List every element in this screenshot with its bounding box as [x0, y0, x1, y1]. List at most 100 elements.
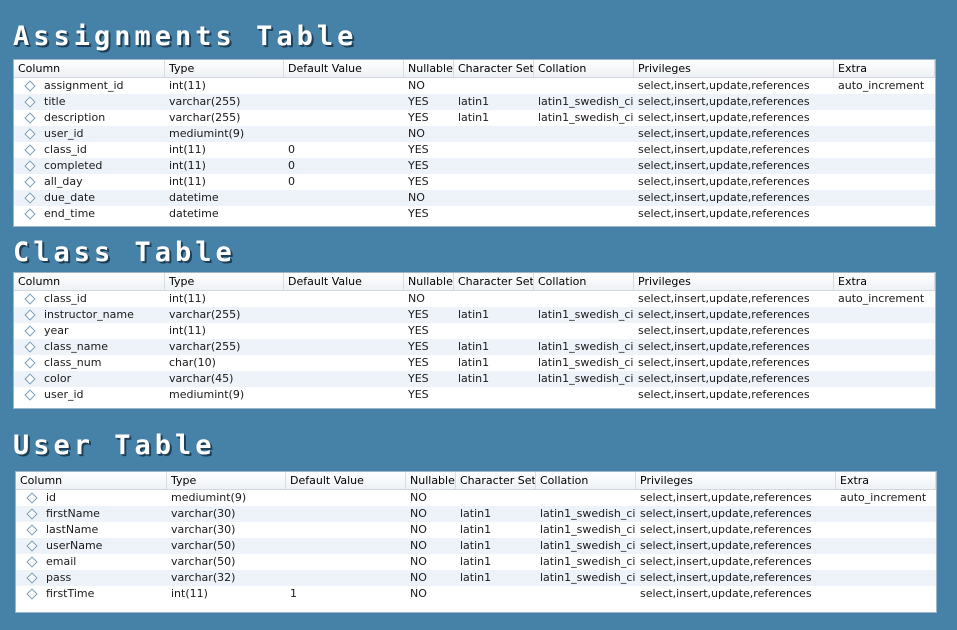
- cell-privileges: select,insert,update,references: [638, 159, 810, 172]
- table-row[interactable]: due_date datetime NO select,insert,update,r…: [14, 190, 935, 206]
- column-name: email: [46, 555, 77, 568]
- cell-extra: [836, 554, 936, 570]
- header-privileges[interactable]: Privileges: [636, 472, 836, 489]
- header-character-set[interactable]: Character Set: [454, 273, 534, 290]
- cell-privileges: select,insert,update,references: [640, 523, 812, 536]
- cell-nullable: YES: [408, 388, 429, 401]
- header-extra[interactable]: Extra: [836, 472, 936, 489]
- cell-privileges: select,insert,update,references: [638, 79, 810, 92]
- table-row[interactable]: assignment_id int(11) NO select,insert,upda…: [14, 78, 935, 94]
- header-column[interactable]: Column: [14, 273, 165, 290]
- cell-collation: latin1_swedish_ci: [540, 523, 636, 536]
- table-row[interactable]: lastName varchar(30) NO latin1 latin1_swedis…: [16, 522, 936, 538]
- header-extra[interactable]: Extra: [834, 60, 935, 77]
- diamond-icon: [24, 208, 36, 220]
- cell-default-value: 1: [290, 587, 297, 600]
- header-type[interactable]: Type: [165, 60, 284, 77]
- cell-extra: [834, 174, 935, 190]
- cell-nullable: YES: [408, 207, 429, 220]
- grid-header: Column Type Default Value Nullable Character…: [14, 60, 935, 78]
- cell-character-set: latin1: [458, 308, 490, 321]
- cell-extra: auto_increment: [838, 79, 925, 92]
- table-row[interactable]: class_num char(10) YES latin1 latin1_swedish…: [14, 355, 935, 371]
- table-row[interactable]: user_id mediumint(9) NO select,insert,updat…: [14, 126, 935, 142]
- diamond-icon: [24, 112, 36, 124]
- header-collation[interactable]: Collation: [534, 273, 634, 290]
- cell-collation: latin1_swedish_ci: [538, 308, 634, 321]
- cell-privileges: select,insert,update,references: [638, 340, 810, 353]
- cell-type: int(11): [169, 159, 206, 172]
- cell-character-set: [454, 174, 534, 190]
- cell-nullable: NO: [410, 491, 427, 504]
- table-row[interactable]: id mediumint(9) NO select,insert,update,ref…: [16, 490, 936, 506]
- cell-nullable: YES: [408, 111, 429, 124]
- table-row[interactable]: year int(11) YES select,insert,update,refer…: [14, 323, 935, 339]
- table-row[interactable]: class_id int(11) 0 YES select,insert,update,…: [14, 142, 935, 158]
- table-row[interactable]: user_id mediumint(9) YES select,insert,upda…: [14, 387, 935, 403]
- table-row[interactable]: class_id int(11) NO select,insert,update,re…: [14, 291, 935, 307]
- cell-type: int(11): [169, 143, 206, 156]
- cell-default-value: [286, 506, 406, 522]
- cell-collation: latin1_swedish_ci: [540, 507, 636, 520]
- table-row[interactable]: instructor_name varchar(255) YES latin1 lati…: [14, 307, 935, 323]
- table-row[interactable]: description varchar(255) YES latin1 latin1_s…: [14, 110, 935, 126]
- header-type[interactable]: Type: [165, 273, 284, 290]
- diamond-icon: [24, 309, 36, 321]
- cell-character-set: [454, 142, 534, 158]
- column-name: firstTime: [46, 587, 95, 600]
- diamond-icon: [24, 325, 36, 337]
- header-character-set[interactable]: Character Set: [456, 472, 536, 489]
- cell-character-set: latin1: [458, 111, 490, 124]
- header-privileges[interactable]: Privileges: [634, 60, 834, 77]
- table-row[interactable]: class_name varchar(255) YES latin1 latin1_sw…: [14, 339, 935, 355]
- cell-character-set: latin1: [458, 340, 490, 353]
- table-row[interactable]: firstName varchar(30) NO latin1 latin1_swedi…: [16, 506, 936, 522]
- cell-character-set: latin1: [460, 555, 492, 568]
- header-privileges[interactable]: Privileges: [634, 273, 834, 290]
- cell-type: datetime: [169, 207, 219, 220]
- diamond-icon: [24, 176, 36, 188]
- cell-collation: [534, 323, 634, 339]
- cell-privileges: select,insert,update,references: [638, 175, 810, 188]
- header-column[interactable]: Column: [14, 60, 165, 77]
- table-row[interactable]: email varchar(50) NO latin1 latin1_swedish_c…: [16, 554, 936, 570]
- header-collation[interactable]: Collation: [534, 60, 634, 77]
- column-name: assignment_id: [44, 79, 124, 92]
- cell-default-value: 0: [288, 175, 295, 188]
- cell-default-value: [286, 522, 406, 538]
- header-type[interactable]: Type: [167, 472, 286, 489]
- table-row[interactable]: all_day int(11) 0 YES select,insert,update,r…: [14, 174, 935, 190]
- table-row[interactable]: completed int(11) 0 YES select,insert,update…: [14, 158, 935, 174]
- header-default-value[interactable]: Default Value: [284, 273, 404, 290]
- table-row[interactable]: color varchar(45) YES latin1 latin1_swedish_…: [14, 371, 935, 387]
- header-extra[interactable]: Extra: [834, 273, 935, 290]
- cell-column: class_id: [14, 142, 165, 158]
- cell-character-set: [454, 190, 534, 206]
- header-collation[interactable]: Collation: [536, 472, 636, 489]
- header-column[interactable]: Column: [16, 472, 167, 489]
- header-nullable[interactable]: Nullable: [404, 273, 454, 290]
- table-row[interactable]: end_time datetime YES select,insert,update,…: [14, 206, 935, 222]
- cell-column: user_id: [14, 126, 165, 142]
- cell-column: completed: [14, 158, 165, 174]
- header-default-value[interactable]: Default Value: [286, 472, 406, 489]
- table-row[interactable]: title varchar(255) YES latin1 latin1_swedish…: [14, 94, 935, 110]
- diamond-icon: [24, 80, 36, 92]
- header-nullable[interactable]: Nullable: [406, 472, 456, 489]
- class-grid: Column Type Default Value Nullable Character…: [13, 272, 936, 409]
- header-nullable[interactable]: Nullable: [404, 60, 454, 77]
- cell-type: varchar(45): [169, 372, 234, 385]
- table-row[interactable]: firstTime int(11) 1 NO select,insert,update,…: [16, 586, 936, 602]
- table-row[interactable]: userName varchar(50) NO latin1 latin1_swedis…: [16, 538, 936, 554]
- cell-privileges: select,insert,update,references: [640, 491, 812, 504]
- column-name: title: [44, 95, 66, 108]
- cell-nullable: YES: [408, 159, 429, 172]
- header-character-set[interactable]: Character Set: [454, 60, 534, 77]
- cell-extra: auto_increment: [840, 491, 927, 504]
- cell-default-value: [284, 94, 404, 110]
- table-row[interactable]: pass varchar(32) NO latin1 latin1_swedish_ci…: [16, 570, 936, 586]
- cell-type: varchar(255): [169, 340, 241, 353]
- cell-extra: [834, 307, 935, 323]
- diamond-icon: [24, 192, 36, 204]
- header-default-value[interactable]: Default Value: [284, 60, 404, 77]
